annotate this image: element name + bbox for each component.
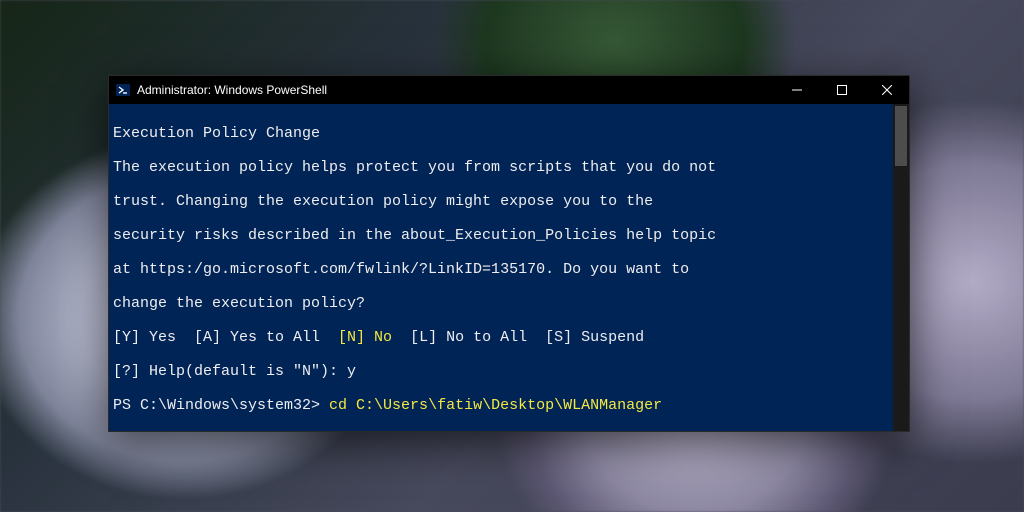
titlebar[interactable]: Administrator: Windows PowerShell [109, 76, 909, 104]
terminal-area[interactable]: Execution Policy Change The execution po… [109, 104, 909, 431]
term-line: [Y] Yes [A] Yes to All [N] No [L] No to … [113, 329, 903, 346]
typed-command: cd C:\Users\fatiw\Desktop\WLANManager [329, 397, 662, 414]
powershell-window: Administrator: Windows PowerShell Execut… [108, 75, 910, 432]
minimize-button[interactable] [774, 76, 819, 104]
term-line: change the execution policy? [113, 295, 903, 312]
powershell-icon [115, 82, 131, 98]
term-line: trust. Changing the execution policy mig… [113, 193, 903, 210]
term-line: security risks described in the about_Ex… [113, 227, 903, 244]
scrollbar-thumb[interactable] [895, 106, 907, 166]
term-line: at https:/go.microsoft.com/fwlink/?LinkI… [113, 261, 903, 278]
term-line: Execution Policy Change [113, 125, 903, 142]
term-line: The execution policy helps protect you f… [113, 159, 903, 176]
prompt: PS C:\Windows\system32> [113, 397, 329, 414]
default-choice: [N] No [338, 329, 392, 346]
close-button[interactable] [864, 76, 909, 104]
maximize-button[interactable] [819, 76, 864, 104]
term-line: PS C:\Windows\system32> cd C:\Users\fati… [113, 397, 903, 414]
vertical-scrollbar[interactable] [893, 104, 909, 431]
term-line: [?] Help(default is "N"): y [113, 363, 903, 380]
window-title: Administrator: Windows PowerShell [137, 83, 327, 97]
